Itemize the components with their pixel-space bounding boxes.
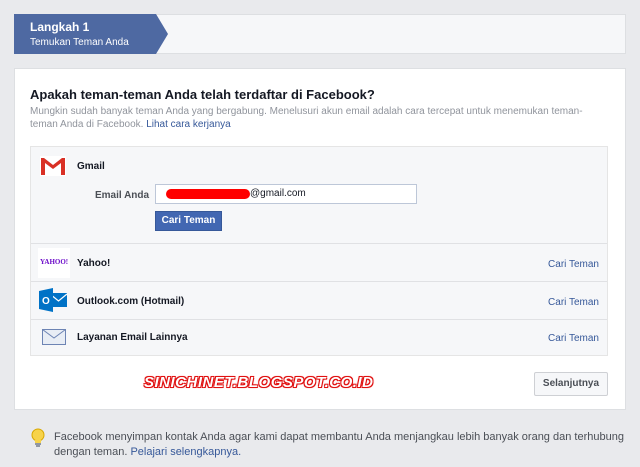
- watermark: SINICHINET.BLOGSPOT.CO.ID: [144, 374, 374, 391]
- outlook-find-link[interactable]: Cari Teman: [548, 297, 599, 308]
- email-field[interactable]: @gmail.com: [155, 184, 417, 204]
- email-field-value: @gmail.com: [250, 188, 306, 199]
- learn-more-link[interactable]: Pelajari selengkapnya.: [130, 446, 241, 458]
- privacy-note: Facebook menyimpan kontak Anda agar kami…: [54, 430, 624, 460]
- yahoo-find-link[interactable]: Cari Teman: [548, 259, 599, 270]
- envelope-icon: [42, 329, 66, 350]
- email-field-label: Email Anda: [95, 190, 150, 201]
- service-row-other[interactable]: Layanan Email Lainnya Cari Teman: [31, 320, 607, 355]
- description-text: Mungkin sudah banyak teman Anda yang ber…: [30, 106, 583, 130]
- step-title: Langkah 1: [30, 20, 90, 34]
- yahoo-icon: YAHOO!: [38, 248, 70, 278]
- service-row-yahoo[interactable]: YAHOO! Yahoo! Cari Teman: [31, 244, 607, 282]
- svg-text:O: O: [42, 296, 50, 307]
- outlook-label: Outlook.com (Hotmail): [77, 296, 185, 307]
- other-find-link[interactable]: Cari Teman: [548, 333, 599, 344]
- email-services-list: Gmail Email Anda @gmail.com Cari Teman Y…: [30, 146, 608, 356]
- step-indicator: Langkah 1 Temukan Teman Anda: [14, 14, 168, 54]
- other-label: Layanan Email Lainnya: [77, 332, 188, 343]
- gmail-label: Gmail: [77, 161, 105, 172]
- yahoo-logo-text: YAHOO!: [40, 258, 69, 266]
- lightbulb-icon: [31, 428, 45, 453]
- how-it-works-link[interactable]: Lihat cara kerjanya: [146, 119, 231, 130]
- find-friends-button[interactable]: Cari Teman: [155, 211, 222, 231]
- outlook-icon: O: [38, 288, 68, 317]
- yahoo-label: Yahoo!: [77, 258, 111, 269]
- description: Mungkin sudah banyak teman Anda yang ber…: [30, 105, 610, 131]
- step-subtitle: Temukan Teman Anda: [30, 37, 129, 48]
- gmail-icon: [40, 156, 66, 181]
- next-button[interactable]: Selanjutnya: [534, 372, 608, 396]
- service-row-outlook[interactable]: O Outlook.com (Hotmail) Cari Teman: [31, 282, 607, 320]
- service-row-gmail: Gmail Email Anda @gmail.com Cari Teman: [31, 147, 607, 244]
- page-title: Apakah teman-teman Anda telah terdaftar …: [30, 87, 375, 102]
- redaction-mark: [166, 189, 250, 199]
